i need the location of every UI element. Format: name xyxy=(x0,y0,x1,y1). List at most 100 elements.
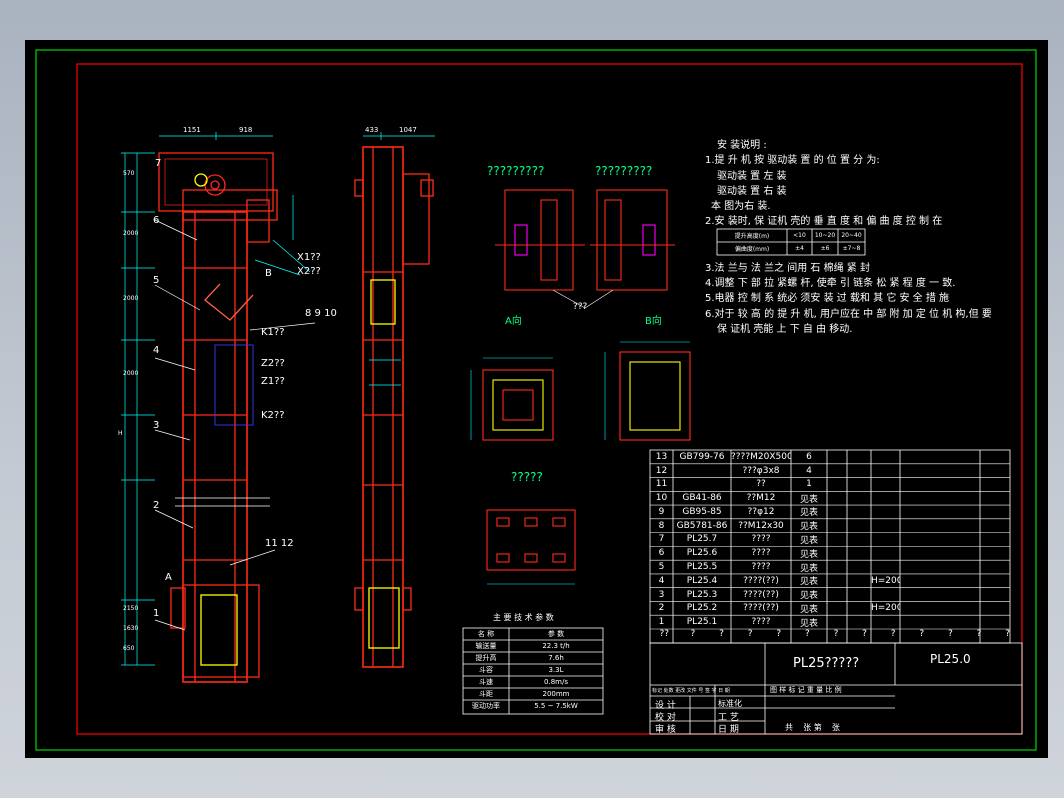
detail-title-right: ????????? xyxy=(595,164,653,178)
parts-cell: 4 xyxy=(658,575,665,586)
parts-cell: H=2000 xyxy=(871,603,900,614)
param-name: 提升高 xyxy=(475,654,497,662)
params-row: 提升高 7.6h xyxy=(463,652,603,664)
params-row: 驱动功率 5.5 ~ 7.5kW xyxy=(463,700,603,712)
tol-r1: ±4 xyxy=(795,245,804,252)
parts-cell: 2 xyxy=(658,603,665,614)
parts-cell: GB95-85 xyxy=(682,506,722,517)
param-value: 0.8m/s xyxy=(544,678,568,686)
tol-r0: 偏曲度(mm) xyxy=(734,246,770,253)
parts-row: 12 ???φ3x8 4 xyxy=(650,464,1010,478)
params-row: 斗容 3.3L xyxy=(463,664,603,676)
parts-cell: PL25.1 xyxy=(686,617,718,628)
notes-line-9: 6.对于 较 高 的 提 升 机, 用户应在 中 部 附 加 定 位 机 构,但… xyxy=(705,308,992,320)
tol-r3: ±7~8 xyxy=(842,245,861,252)
notes-line-4: 本 图为右 装. xyxy=(711,201,771,213)
parts-cell: ??M12 xyxy=(746,493,776,504)
params-title: 主 要 技 术 参 数 xyxy=(493,613,554,622)
param-value: 200mm xyxy=(542,690,570,698)
tb-review: 审 核 xyxy=(655,725,676,735)
notes-line-2: 驱动装 置 左 装 xyxy=(717,170,787,182)
notes-line-1: 1.提 升 机 按 驱动装 置 的 位 置 分 为: xyxy=(705,155,880,167)
parts-row: 5 PL25.5???? 见表 xyxy=(650,560,1010,574)
parts-cell: ???φ3x8 xyxy=(742,465,780,476)
parts-row: 6 PL25.6???? 见表 xyxy=(650,546,1010,560)
parts-cell: 见表 xyxy=(799,591,818,602)
parts-cell: PL25.7 xyxy=(686,534,718,545)
parts-cell: 4 xyxy=(806,465,812,476)
parts-header-cell: ? xyxy=(747,629,753,639)
parts-header-cell: ? xyxy=(690,629,696,639)
drawing-name: PL25????? xyxy=(793,656,860,671)
parts-cell: 7 xyxy=(658,534,665,545)
parts-cell: ???? xyxy=(751,617,771,628)
param-value: 3.3L xyxy=(548,666,564,674)
notes-title: 安 装说明 : xyxy=(717,140,767,151)
param-name: 名 称 xyxy=(477,630,495,638)
parts-cell: 见表 xyxy=(799,522,818,533)
parts-row: 9 GB95-85 ??φ12 见表 xyxy=(650,505,1010,519)
detail-title-bottom: ????? xyxy=(511,470,543,484)
parts-header-cell: ? xyxy=(948,629,953,639)
parts-row: 7 PL25.7???? 见表 xyxy=(650,533,1010,547)
parts-cell: H=2000 xyxy=(871,575,900,586)
params-row: 斗距 200mm xyxy=(463,688,603,700)
parts-cell: ????(??) xyxy=(743,603,779,614)
param-value: 7.6h xyxy=(548,654,564,662)
param-value: 参 数 xyxy=(547,630,565,638)
notes-line-6: 3.法 兰与 法 兰之 间用 石 棉绳 紧 封 xyxy=(705,262,870,274)
parts-cell: PL25.5 xyxy=(686,562,718,572)
params-row: 斗速 0.8m/s xyxy=(463,676,603,688)
parts-cell: 1 xyxy=(658,617,665,628)
parts-header-cell: ? xyxy=(833,629,839,639)
detail-title-left: ????????? xyxy=(487,164,545,178)
parts-header-cell: ? xyxy=(776,629,782,639)
parts-header-cell: ? xyxy=(804,629,810,639)
parts-cell: 9 xyxy=(658,506,665,517)
tol-h1: <10 xyxy=(793,232,806,239)
elevation-side-dims xyxy=(363,132,435,386)
stage-row: 图 样 标 记 重 量 比 例 xyxy=(770,686,842,694)
tolerance-table-text: 提升高度(m) <10 10~20 20~40 偏曲度(mm) ±4 ±6 ±7… xyxy=(717,229,865,255)
param-name: 输送量 xyxy=(475,642,497,650)
parts-cell: PL25.4 xyxy=(686,575,718,586)
parts-cell: ??M12x30 xyxy=(738,520,784,531)
parts-cell: 见表 xyxy=(799,535,818,546)
params-header-row: 名 称参 数 xyxy=(463,628,603,640)
tol-h0: 提升高度(m) xyxy=(734,233,770,240)
parts-row: 10 GB41-86 ??M12 见表 xyxy=(650,491,1010,505)
notes-line-8: 5.电器 控 制 系 统必 须安 装 过 载和 其 它 安 全 措 施 xyxy=(705,293,950,305)
notes-line-5: 2.安 装时, 保 证机 壳的 垂 直 度 和 偏 曲 度 控 制 在 xyxy=(705,216,943,228)
params-row: 输送量 22.3 t/h xyxy=(463,640,603,652)
parts-cell: GB799-76 xyxy=(679,451,725,462)
tol-r2: ±6 xyxy=(820,245,830,252)
parts-row: 11?? 1 xyxy=(650,478,1010,492)
drawing-number: PL25.0 xyxy=(930,652,971,666)
parts-cell: ???? xyxy=(751,562,771,572)
parts-header-cell: ? xyxy=(1005,629,1010,639)
parts-cell: 见表 xyxy=(799,618,818,629)
parts-row: 1 PL25.1???? 见表 xyxy=(650,615,1010,629)
revision-row: 标记 处数 更改 文件 号 签 字 日 期 xyxy=(652,688,730,694)
parts-cell: 1 xyxy=(806,479,812,490)
notes-line-3: 驱动装 置 右 装 xyxy=(717,185,787,197)
parts-header-cell: ? xyxy=(976,629,982,639)
parts-cell: ??φ12 xyxy=(747,506,775,517)
parts-row: 13 GB799-76 ????M20X500 6 xyxy=(650,450,1010,464)
parts-header-cell: ? xyxy=(719,629,724,639)
section-detail-right xyxy=(590,189,675,291)
elevation-front xyxy=(158,152,278,683)
tol-h3: 20~40 xyxy=(841,232,862,239)
parts-cell: ???? xyxy=(751,534,771,545)
view-b-drawing xyxy=(619,351,691,441)
parts-cell: 11 xyxy=(655,479,668,490)
parts-cell: ????(??) xyxy=(743,575,779,586)
parts-cell: 5 xyxy=(658,562,665,572)
detail-callout: ??? xyxy=(573,302,588,312)
parts-header-cell: ?? xyxy=(659,629,670,639)
parts-row: 2 PL25.2 ????(??) 见表 H=2000 xyxy=(650,601,1010,615)
parts-cell: 见表 xyxy=(799,508,818,519)
detail-title-b: B向 xyxy=(645,316,662,327)
tb-sheet: 共 张 第 张 xyxy=(785,723,840,732)
parts-header: ?????????????? xyxy=(650,629,1022,642)
